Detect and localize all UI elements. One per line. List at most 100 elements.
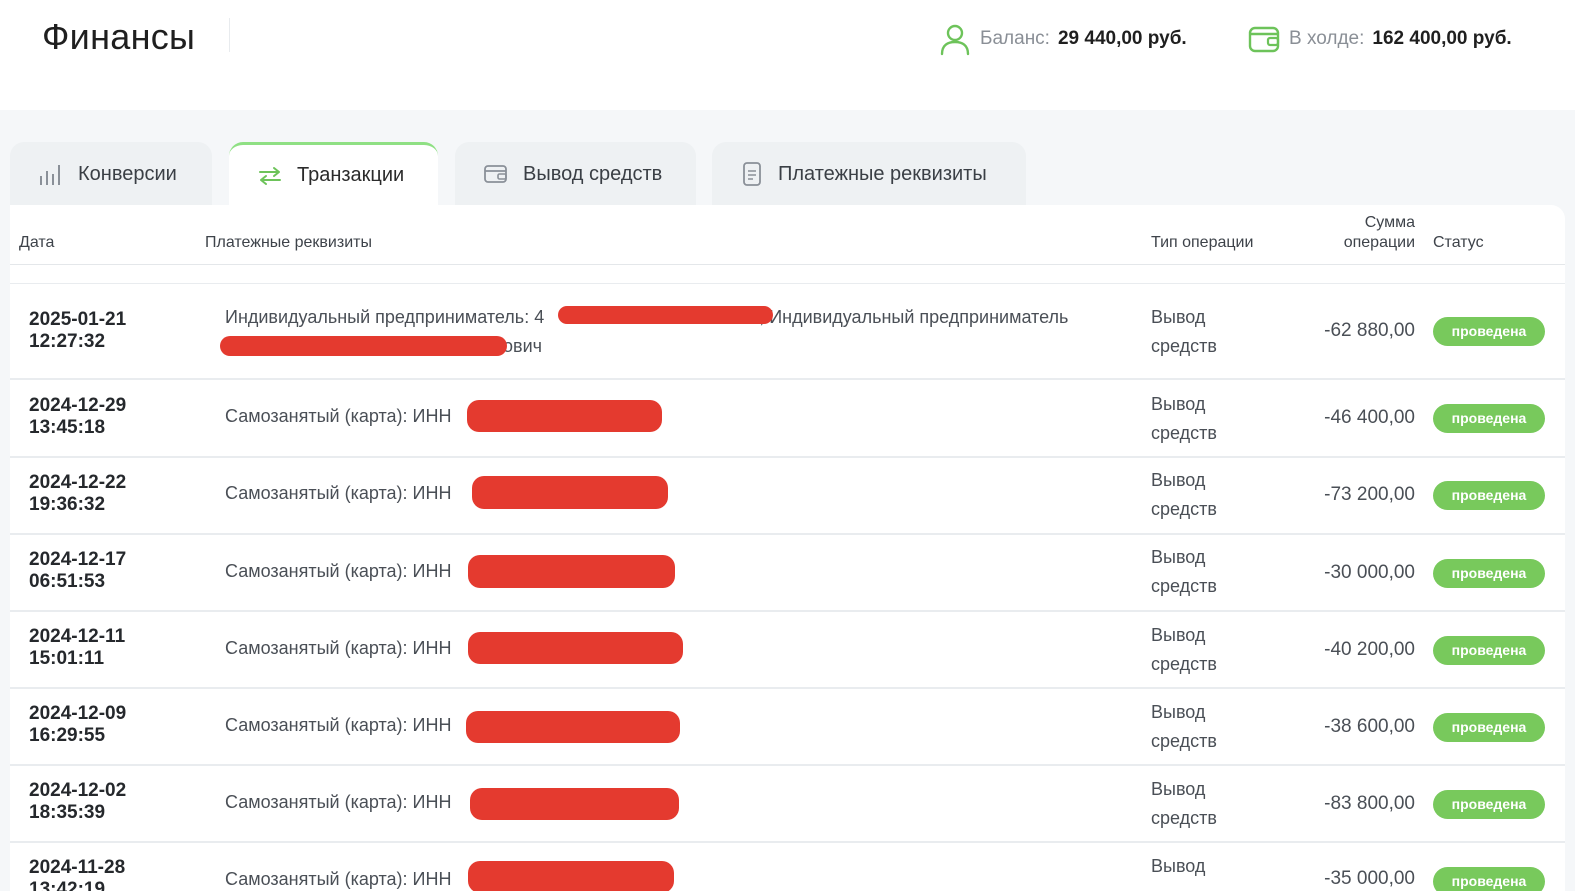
tab-withdrawal[interactable]: Вывод средств xyxy=(455,142,696,206)
hold-value: 162 400,00 руб. xyxy=(1372,28,1512,49)
row-sum: -35 000,00 xyxy=(1324,868,1415,889)
row-requisites-text-2: , Индивидуальный предприниматель xyxy=(759,307,1069,327)
row-type-line2: средств xyxy=(1151,423,1217,443)
column-header-sum-line2: операции xyxy=(1343,234,1415,251)
column-header-type[interactable]: Тип операции xyxy=(1151,234,1253,252)
row-date: 2025-01-21 xyxy=(29,309,127,330)
row-type-line2: средств xyxy=(1151,654,1217,674)
row-time: 16:29:55 xyxy=(29,725,106,746)
row-datetime: 2024-12-22 19:36:32 xyxy=(29,472,126,516)
row-requisites: Самозанятый (карта): ИНН xyxy=(225,638,452,658)
row-type-line2: средств xyxy=(1151,576,1217,596)
redaction-mark xyxy=(468,555,675,588)
status-badge: проведена xyxy=(1433,404,1545,433)
row-type: Вывод средств xyxy=(1151,543,1217,601)
row-type-line1: Вывод xyxy=(1151,625,1206,645)
row-datetime: 2024-11-28 13:42:19 xyxy=(29,857,125,891)
row-sum: -83 800,00 xyxy=(1324,793,1415,814)
row-sum: -40 200,00 xyxy=(1324,639,1415,660)
row-type-line1: Вывод xyxy=(1151,779,1206,799)
row-type: Вывод средств xyxy=(1151,698,1217,756)
row-type-line2: средств xyxy=(1151,808,1217,828)
row-requisites: Самозанятый (карта): ИНН xyxy=(225,561,452,581)
row-requisites: Самозанятый (карта): ИНН xyxy=(225,483,452,503)
redaction-mark xyxy=(220,336,507,356)
row-time: 06:51:53 xyxy=(29,571,106,592)
table-row[interactable]: 2024-12-09 16:29:55 Самозанятый (карта):… xyxy=(10,689,1565,766)
row-requisites: Самозанятый (карта): ИНН xyxy=(225,406,452,426)
table-header: Дата Платежные реквизиты Тип операции Су… xyxy=(10,205,1565,265)
tab-label: Вывод средств xyxy=(523,162,663,185)
redaction-mark xyxy=(472,476,668,509)
row-date: 2024-11-28 xyxy=(29,857,126,878)
row-type-line2: средств xyxy=(1151,881,1217,891)
row-date: 2024-12-11 xyxy=(29,626,126,647)
column-header-date[interactable]: Дата xyxy=(19,234,54,252)
hold-stat: В холде: 162 400,00 руб. xyxy=(1247,22,1512,56)
row-type: Вывод средств xyxy=(1151,775,1217,833)
row-requisites: Самозанятый (карта): ИНН xyxy=(225,792,452,812)
row-sum: -38 600,00 xyxy=(1324,716,1415,737)
row-requisites: Самозанятый (карта): ИНН xyxy=(225,715,452,735)
title-divider xyxy=(229,18,230,52)
tab-label: Платежные реквизиты xyxy=(778,162,987,185)
row-type: Вывод средств xyxy=(1151,466,1217,524)
status-badge: проведена xyxy=(1433,559,1545,588)
page-title: Финансы xyxy=(42,16,196,57)
tab-payment-requisites[interactable]: Платежные реквизиты xyxy=(712,142,1026,206)
balance-value: 29 440,00 руб. xyxy=(1057,28,1187,49)
table-row[interactable]: 2024-12-17 06:51:53 Самозанятый (карта):… xyxy=(10,535,1565,612)
row-date: 2024-12-22 xyxy=(29,472,127,493)
table-row[interactable]: 2024-12-11 15:01:11 Самозанятый (карта):… xyxy=(10,612,1565,689)
row-date: 2024-12-17 xyxy=(29,549,127,570)
tab-transactions[interactable]: Транзакции xyxy=(229,142,438,206)
row-type-line1: Вывод xyxy=(1151,547,1206,567)
row-date: 2024-12-02 xyxy=(29,780,127,801)
hold-label: В холде: xyxy=(1289,28,1365,49)
row-sum: -62 880,00 xyxy=(1324,320,1415,341)
tab-label: Транзакции xyxy=(297,164,405,186)
redaction-mark xyxy=(467,400,662,432)
row-sum: -46 400,00 xyxy=(1324,407,1415,428)
row-time: 15:01:11 xyxy=(29,648,105,669)
row-datetime: 2024-12-02 18:35:39 xyxy=(29,780,126,824)
table-row[interactable]: 2024-11-28 13:42:19 Самозанятый (карта):… xyxy=(10,843,1565,891)
row-type-line1: Вывод xyxy=(1151,470,1206,490)
row-datetime: 2024-12-29 13:45:18 xyxy=(29,395,126,439)
row-sum: -73 200,00 xyxy=(1324,484,1415,505)
redaction-mark xyxy=(468,632,683,664)
column-header-sum[interactable]: Сумма операции xyxy=(1344,213,1415,253)
row-time: 18:35:39 xyxy=(29,802,106,823)
row-time: 13:42:19 xyxy=(29,879,106,891)
status-badge: проведена xyxy=(1433,867,1545,891)
row-time: 12:27:32 xyxy=(29,331,106,352)
redaction-mark xyxy=(466,711,680,743)
column-header-status[interactable]: Статус xyxy=(1433,234,1484,252)
balance-label: Баланс: xyxy=(980,28,1050,49)
tab-label: Конверсии xyxy=(78,162,177,185)
tab-conversions[interactable]: Конверсии xyxy=(10,142,212,206)
redaction-mark xyxy=(558,306,773,324)
table-row[interactable]: 2024-12-22 19:36:32 Самозанятый (карта):… xyxy=(10,458,1565,535)
redaction-mark xyxy=(470,788,679,820)
table-row[interactable]: 2024-12-29 13:45:18 Самозанятый (карта):… xyxy=(10,380,1565,458)
bar-chart-icon xyxy=(38,162,64,186)
transactions-table: Дата Платежные реквизиты Тип операции Су… xyxy=(10,205,1565,891)
row-type-line2: средств xyxy=(1151,499,1217,519)
row-requisites-text: Индивидуальный предприниматель: 4 xyxy=(225,307,545,327)
row-type: Вывод средств xyxy=(1151,621,1217,679)
wallet-card-icon xyxy=(483,163,509,185)
row-type: Вывод средств xyxy=(1151,303,1217,361)
table-row[interactable]: 2025-01-21 12:27:32 Индивидуальный предп… xyxy=(10,284,1565,380)
row-type: Вывод средств xyxy=(1151,852,1217,891)
redaction-mark xyxy=(468,861,674,891)
column-header-requisites[interactable]: Платежные реквизиты xyxy=(205,234,372,252)
status-badge: проведена xyxy=(1433,636,1545,665)
table-row[interactable]: 2024-12-02 18:35:39 Самозанятый (карта):… xyxy=(10,766,1565,843)
row-type-line1: Вывод xyxy=(1151,702,1206,722)
column-header-sum-line1: Сумма xyxy=(1364,214,1415,231)
row-type: Вывод средств xyxy=(1151,390,1217,448)
balance-stat: Баланс: 29 440,00 руб. xyxy=(938,22,1187,56)
row-type-line2: средств xyxy=(1151,336,1217,356)
wallet-icon xyxy=(1247,22,1281,56)
